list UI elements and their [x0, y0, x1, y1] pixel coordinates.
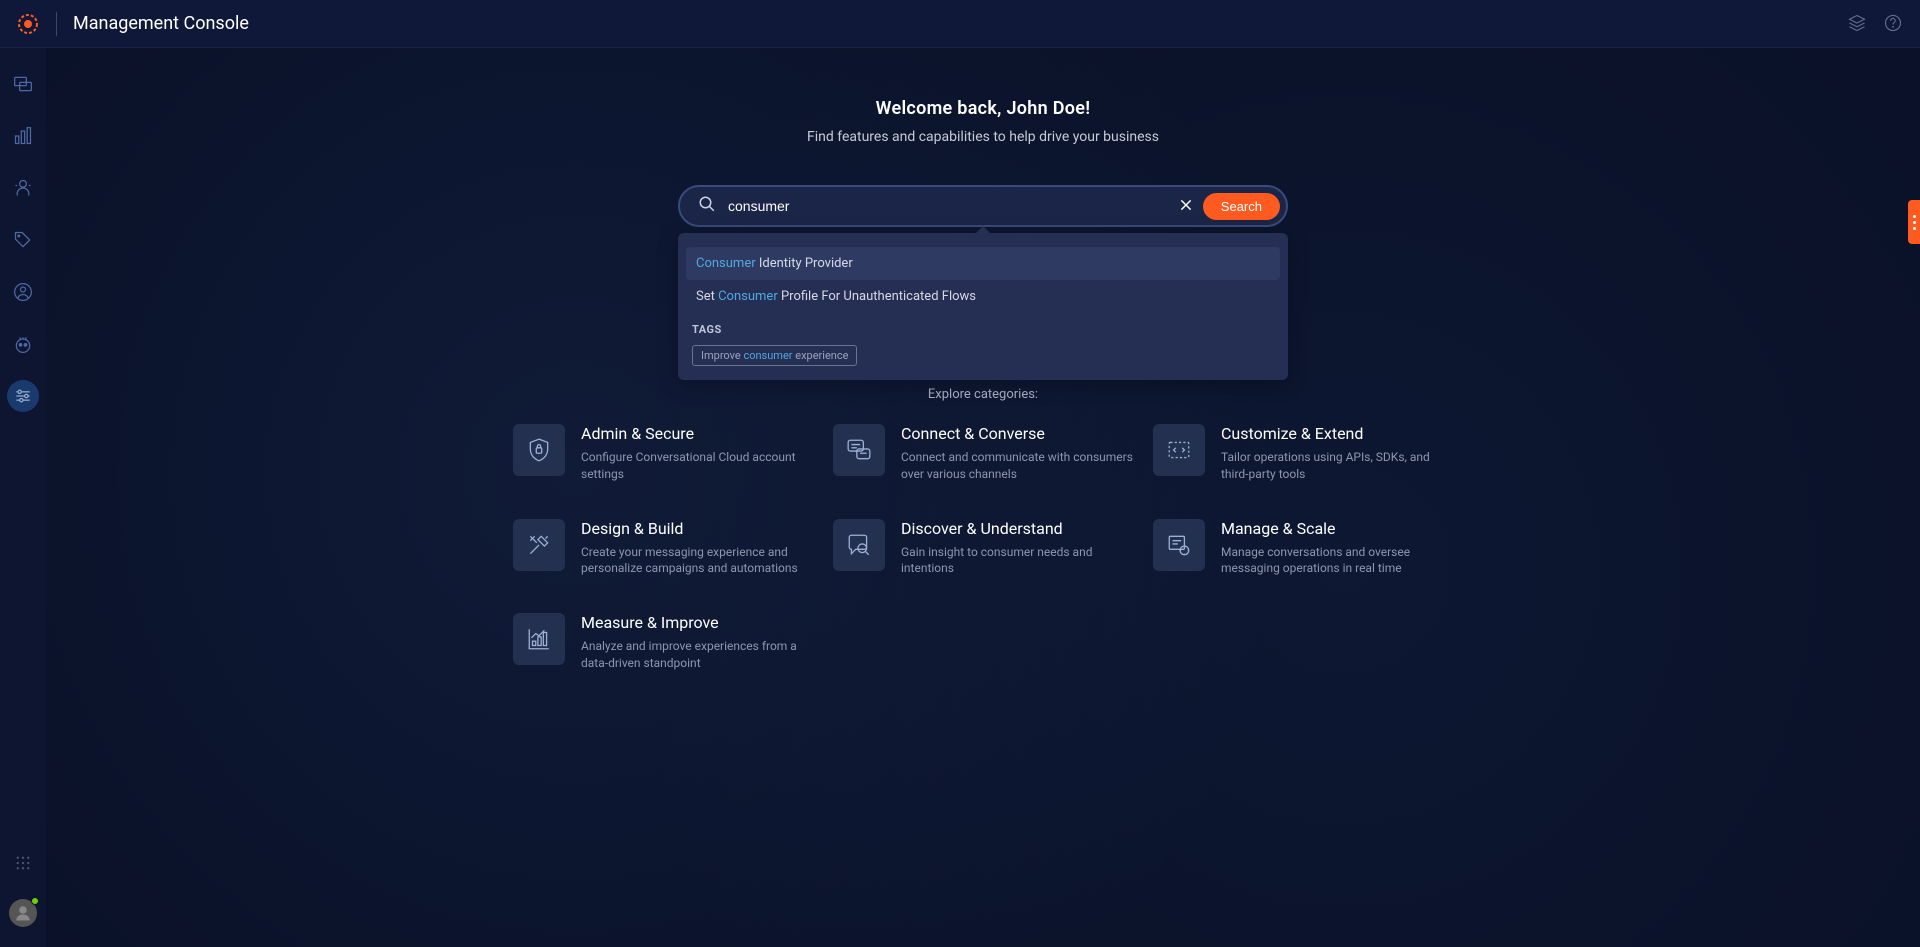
category-title: Manage & Scale — [1221, 519, 1453, 538]
category-desc: Create your messaging experience and per… — [581, 544, 813, 578]
header-bar: Management Console — [0, 0, 1920, 48]
manage-gear-icon — [1153, 519, 1205, 571]
category-title: Design & Build — [581, 519, 813, 538]
explore-categories-label: Explore categories: — [46, 387, 1920, 402]
suggestion-item[interactable]: Consumer Identity Provider — [686, 247, 1280, 280]
category-title: Measure & Improve — [581, 613, 813, 632]
welcome-subtitle: Find features and capabilities to help d… — [46, 129, 1920, 145]
sidebar-item-tags[interactable] — [7, 224, 39, 256]
search-button[interactable]: Search — [1203, 193, 1280, 220]
category-title: Discover & Understand — [901, 519, 1133, 538]
category-desc: Tailor operations using APIs, SDKs, and … — [1221, 449, 1453, 483]
category-title: Connect & Converse — [901, 424, 1133, 443]
page-title: Management Console — [73, 13, 249, 34]
category-desc: Manage conversations and oversee messagi… — [1221, 544, 1453, 578]
chart-improve-icon — [513, 613, 565, 665]
tag-pill[interactable]: Improve consumer experience — [692, 345, 857, 366]
help-icon[interactable] — [1884, 14, 1904, 34]
clear-search-button[interactable] — [1169, 192, 1203, 221]
category-discover-understand[interactable]: Discover & Understand Gain insight to co… — [833, 519, 1133, 578]
search-icon — [698, 195, 716, 217]
category-connect-converse[interactable]: Connect & Converse Connect and communica… — [833, 424, 1133, 483]
shield-lock-icon — [513, 424, 565, 476]
sidebar-item-apps[interactable] — [7, 847, 39, 879]
sidebar — [0, 48, 46, 947]
app-logo-icon — [16, 12, 40, 36]
side-panel-toggle[interactable] — [1908, 200, 1920, 244]
search-suggestions-dropdown: Consumer Identity Provider Set Consumer … — [678, 233, 1288, 380]
category-admin-secure[interactable]: Admin & Secure Configure Conversational … — [513, 424, 813, 483]
sidebar-item-settings[interactable] — [7, 380, 39, 412]
category-customize-extend[interactable]: Customize & Extend Tailor operations usi… — [1153, 424, 1453, 483]
chat-search-icon — [833, 519, 885, 571]
tools-icon — [513, 519, 565, 571]
search-bar: Search — [678, 185, 1288, 227]
categories-grid: Admin & Secure Configure Conversational … — [513, 424, 1453, 672]
suggestion-item[interactable]: Set Consumer Profile For Unauthenticated… — [686, 280, 1280, 313]
sidebar-item-conversations[interactable] — [7, 68, 39, 100]
profile-avatar[interactable] — [9, 899, 37, 927]
chat-bubbles-icon — [833, 424, 885, 476]
sidebar-item-users[interactable] — [7, 276, 39, 308]
search-input[interactable] — [728, 198, 1169, 214]
header-divider — [56, 12, 57, 36]
welcome-title: Welcome back, John Doe! — [46, 98, 1920, 119]
sidebar-item-analytics[interactable] — [7, 120, 39, 152]
presence-indicator-icon — [31, 897, 39, 905]
sidebar-item-bot[interactable] — [7, 328, 39, 360]
category-manage-scale[interactable]: Manage & Scale Manage conversations and … — [1153, 519, 1453, 578]
sidebar-item-agents[interactable] — [7, 172, 39, 204]
tags-heading: TAGS — [692, 323, 1274, 336]
main-content: Welcome back, John Doe! Find features an… — [46, 48, 1920, 947]
code-extend-icon — [1153, 424, 1205, 476]
category-desc: Connect and communicate with consumers o… — [901, 449, 1133, 483]
category-design-build[interactable]: Design & Build Create your messaging exp… — [513, 519, 813, 578]
category-desc: Configure Conversational Cloud account s… — [581, 449, 813, 483]
category-title: Admin & Secure — [581, 424, 813, 443]
category-measure-improve[interactable]: Measure & Improve Analyze and improve ex… — [513, 613, 813, 672]
category-desc: Gain insight to consumer needs and inten… — [901, 544, 1133, 578]
layers-icon[interactable] — [1848, 14, 1868, 34]
category-title: Customize & Extend — [1221, 424, 1453, 443]
category-desc: Analyze and improve experiences from a d… — [581, 638, 813, 672]
